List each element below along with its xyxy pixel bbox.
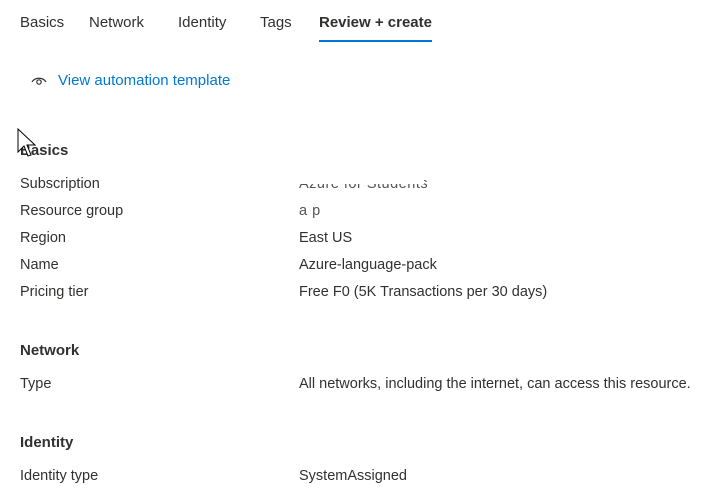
section-title-identity: Identity [20, 434, 74, 451]
row-label-resource-group: Resource group [20, 203, 124, 219]
tab-bar: Basics Network Identity Tags Review + cr… [0, 0, 709, 46]
tab-identity[interactable]: Identity [178, 14, 226, 31]
eye-icon [31, 77, 47, 85]
row-label-name: Name [20, 257, 59, 273]
row-label-region: Region [20, 230, 66, 246]
row-value-type: All networks, including the internet, ca… [299, 376, 691, 392]
row-value-name: Azure-language-pack [299, 257, 437, 273]
section-title-network: Network [20, 342, 80, 359]
row-label-identity-type: Identity type [20, 468, 99, 484]
row-value-identity-type: SystemAssigned [299, 468, 407, 484]
view-automation-template-link[interactable]: View automation template [31, 72, 230, 89]
tab-basics[interactable]: Basics [20, 14, 64, 31]
tab-network[interactable]: Network [89, 14, 144, 31]
row-value-pricing-tier: Free F0 (5K Transactions per 30 days) [299, 284, 548, 300]
row-value-region: East US [299, 230, 353, 246]
redaction-mask [299, 176, 424, 184]
tab-review-create[interactable]: Review + create [319, 14, 432, 31]
mouse-cursor-icon [17, 128, 37, 157]
view-automation-template-label: View automation template [58, 72, 231, 89]
active-tab-indicator [319, 40, 432, 42]
row-label-subscription: Subscription [20, 176, 100, 192]
tab-tags[interactable]: Tags [260, 14, 292, 31]
row-label-pricing-tier: Pricing tier [20, 284, 89, 300]
row-label-type: Type [20, 376, 52, 392]
row-value-resource-group: a p [299, 203, 321, 219]
review-create-page: Basics Network Identity Tags Review + cr… [0, 0, 709, 500]
